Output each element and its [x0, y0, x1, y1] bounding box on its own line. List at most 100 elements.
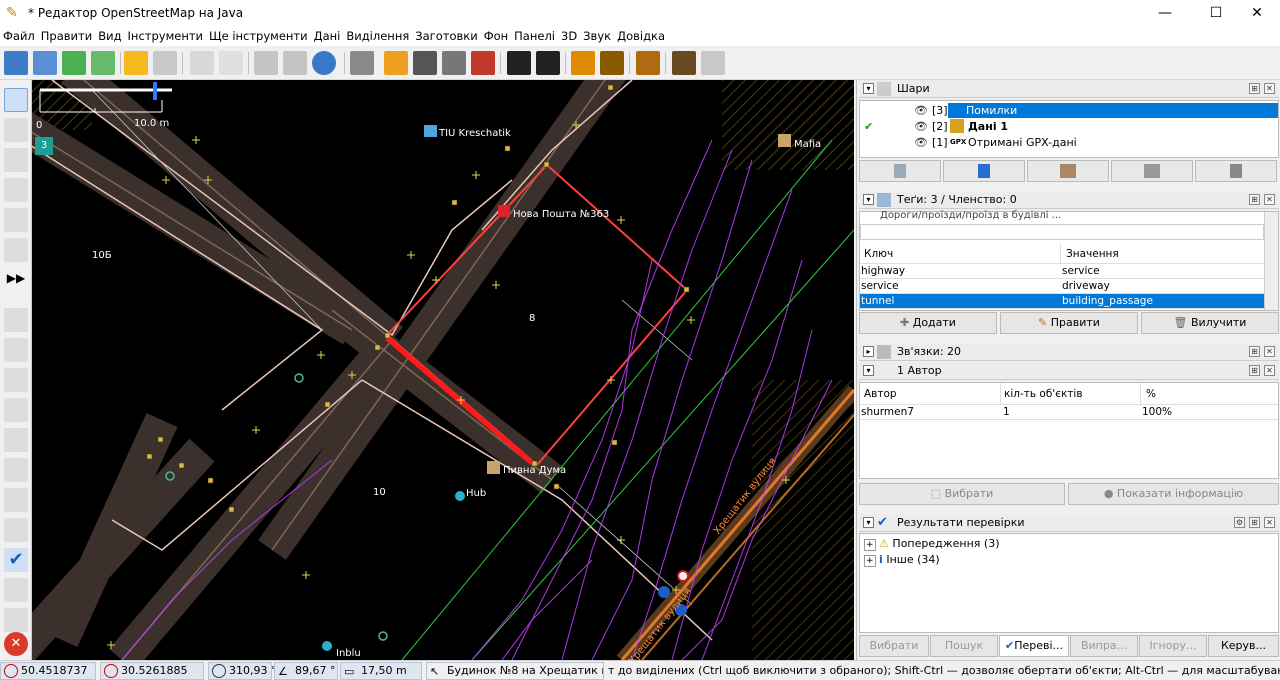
close-panel-button[interactable]: ✕	[1264, 194, 1275, 205]
detach-panel-button[interactable]: ⊞	[1249, 83, 1260, 94]
selection-list-icon[interactable]	[4, 398, 28, 422]
detach-panel-button[interactable]: ⊞	[1249, 517, 1260, 528]
tag-key[interactable]: service	[861, 280, 899, 292]
tree-item-other[interactable]: + i Інше (34)	[864, 553, 940, 567]
close-window-button[interactable]: ✕	[1234, 0, 1280, 26]
search-button[interactable]: Пошук	[930, 635, 998, 657]
preset-bus-icon[interactable]	[536, 51, 560, 75]
preferences-icon[interactable]	[190, 51, 214, 75]
select-mode-icon[interactable]	[4, 88, 28, 112]
direction-sign-icon[interactable]	[658, 586, 670, 598]
collapse-toggle[interactable]: ▾	[863, 83, 874, 94]
maximize-button[interactable]: ☐	[1193, 0, 1239, 26]
upload-icon[interactable]	[91, 51, 115, 75]
menu-3d[interactable]: 3D	[558, 26, 580, 46]
menu-imagery[interactable]: Фон	[481, 26, 511, 46]
restaurant-icon[interactable]	[778, 134, 791, 147]
author-row[interactable]: shurmen7 1 100%	[860, 405, 1278, 420]
conflict-icon[interactable]	[4, 518, 28, 542]
show-info-button[interactable]: ● Показати інформацію	[1068, 483, 1279, 505]
detach-panel-button[interactable]: ⊞	[1249, 194, 1260, 205]
draw-mode-icon[interactable]	[4, 148, 28, 172]
close-panel-button[interactable]: ✕	[1264, 517, 1275, 528]
preset-building-icon[interactable]	[701, 51, 725, 75]
shop-icon[interactable]	[424, 125, 437, 137]
layer-name-selected[interactable]: Помилки	[948, 103, 1278, 118]
tree-item-warnings[interactable]: + ⚠ Попередження (3)	[864, 537, 1000, 551]
expand-icon[interactable]: +	[864, 539, 876, 551]
imagery-icon[interactable]	[4, 488, 28, 512]
redo-icon[interactable]	[153, 51, 177, 75]
relations-toggle-icon[interactable]	[4, 368, 28, 392]
select-author-button[interactable]: ⬚ Вибрати	[859, 483, 1065, 505]
tag-row-selected[interactable]: tunnel building_passage	[860, 294, 1264, 309]
detach-panel-button[interactable]: ⊞	[1249, 346, 1260, 357]
detach-panel-button[interactable]: ⊞	[1249, 365, 1260, 376]
delete-tag-button[interactable]: 🗑 Вилучити	[1141, 312, 1279, 334]
tags-toggle-icon[interactable]	[4, 338, 28, 362]
layer-row-data[interactable]: ✔ 👁 [2] Дані 1	[860, 119, 1278, 135]
tag-value[interactable]: service	[1062, 265, 1100, 277]
select-button[interactable]: Вибрати	[859, 635, 929, 657]
post-office-icon[interactable]	[498, 205, 510, 217]
preset-road-icon[interactable]	[384, 51, 408, 75]
no-entry-sign-icon[interactable]	[677, 570, 689, 582]
parallel-mode-icon[interactable]	[4, 208, 28, 232]
preset-restaurant-icon[interactable]	[600, 51, 624, 75]
edit-tag-button[interactable]: ✎ Правити	[1000, 312, 1138, 334]
layers-toggle-icon[interactable]	[4, 308, 28, 332]
tag-value[interactable]: driveway	[1062, 280, 1110, 292]
visibility-eye-icon[interactable]: 👁	[914, 104, 928, 117]
zoom-icon[interactable]	[219, 51, 243, 75]
inblu-icon[interactable]	[322, 641, 332, 651]
save-icon[interactable]	[33, 51, 57, 75]
refresh-icon[interactable]	[312, 51, 336, 75]
preset-car-icon[interactable]	[507, 51, 531, 75]
close-panel-button[interactable]: ✕	[1264, 365, 1275, 376]
preset-industrial-icon[interactable]	[672, 51, 696, 75]
close-panel-button[interactable]: ✕	[1264, 83, 1275, 94]
visibility-eye-icon[interactable]: 👁	[914, 136, 928, 149]
tag-value[interactable]: building_passage	[1062, 295, 1153, 307]
menu-data[interactable]: Дані	[311, 26, 344, 46]
hub-icon[interactable]	[455, 491, 465, 501]
minimize-button[interactable]: —	[1142, 0, 1188, 26]
filter-icon[interactable]	[4, 578, 28, 602]
open-file-icon[interactable]	[4, 51, 28, 75]
collapse-toggle[interactable]: ▾	[863, 194, 874, 205]
menu-view[interactable]: Вид	[95, 26, 124, 46]
download-icon[interactable]	[62, 51, 86, 75]
ignore-button[interactable]: Ігнору...	[1139, 635, 1207, 657]
delete-layer-button[interactable]	[1195, 160, 1277, 182]
settings-panel-button[interactable]: ⚙	[1234, 517, 1245, 528]
lasso-mode-icon[interactable]	[4, 118, 28, 142]
tag-row[interactable]: highway service	[860, 264, 1264, 279]
more-modes-icon[interactable]: ▶▶	[4, 266, 28, 290]
preset-wall-icon[interactable]	[471, 51, 495, 75]
expand-toggle[interactable]: ▸	[863, 346, 874, 357]
error-icon[interactable]: ✕	[4, 632, 28, 656]
validator-check-icon[interactable]: ✔	[4, 548, 28, 572]
menu-file[interactable]: Файл	[0, 26, 38, 46]
manage-button[interactable]: Керув...	[1208, 635, 1279, 657]
preset-castle-icon[interactable]	[636, 51, 660, 75]
preset-track-icon[interactable]	[413, 51, 437, 75]
pub-icon[interactable]	[487, 461, 500, 474]
map-paint-icon[interactable]	[4, 608, 28, 632]
menu-help[interactable]: Довідка	[614, 26, 668, 46]
validate-button[interactable]: ✔Переві...	[999, 635, 1069, 657]
preset-traffic-light-icon[interactable]	[442, 51, 466, 75]
visibility-eye-icon[interactable]: 👁	[914, 120, 928, 133]
expand-icon[interactable]: +	[864, 555, 876, 567]
menu-tools[interactable]: Інструменти	[125, 26, 206, 46]
collapse-toggle[interactable]: ▾	[863, 365, 874, 376]
close-panel-button[interactable]: ✕	[1264, 346, 1275, 357]
menu-more-tools[interactable]: Ще інструменти	[206, 26, 311, 46]
map-view[interactable]: 0 10.0 m 3 TIU Kreschatik Mafia Нова Пош…	[32, 80, 854, 660]
move-down-button[interactable]	[943, 160, 1025, 182]
undo-icon[interactable]	[124, 51, 148, 75]
menu-audio[interactable]: Звук	[580, 26, 614, 46]
move-up-button[interactable]	[859, 160, 941, 182]
preset-name[interactable]: Дороги/проїзди/проїзд в будівлі ...	[880, 210, 1270, 221]
activate-layer-button[interactable]	[1027, 160, 1109, 182]
